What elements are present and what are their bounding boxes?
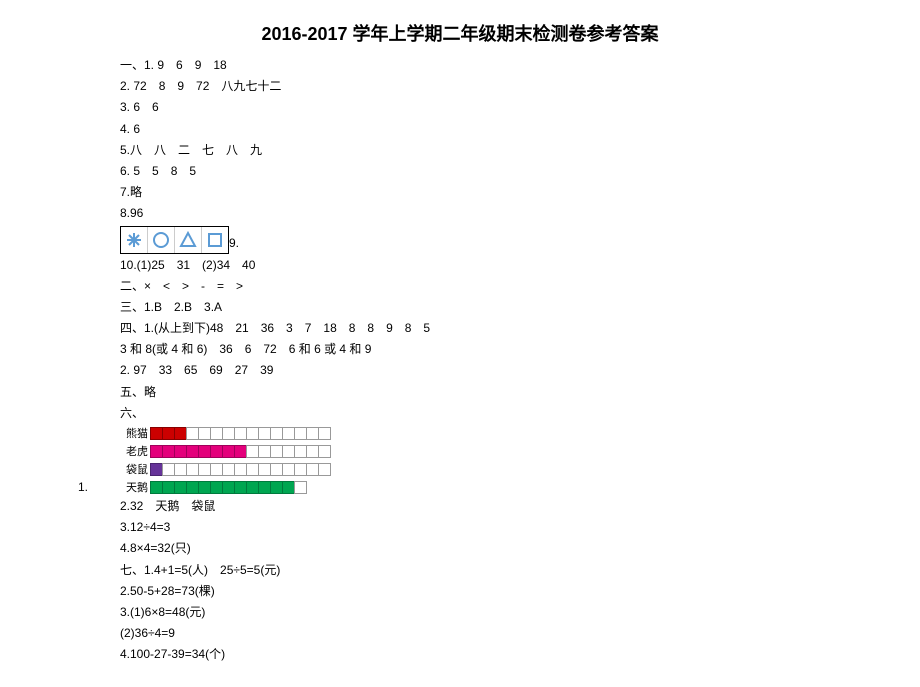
answer-7-3: 3.(1)6×8=48(元) [120,603,800,622]
answer-1-9: 9. [120,226,800,254]
answer-7-4: (2)36÷4=9 [120,624,800,643]
answer-6-3: 3.12÷4=3 [120,518,800,537]
triangle-icon [175,227,202,253]
chart-label: 袋鼠 [120,461,148,477]
page-title: 2016-2017 学年上学期二年级期末检测卷参考答案 [120,20,800,46]
answer-7-2: 2.50-5+28=73(棵) [120,582,800,601]
answer-1-10: 10.(1)25 31 (2)34 40 [120,256,800,275]
answer-6-4: 4.8×4=32(只) [120,539,800,558]
chart-row: 老虎 [120,443,800,459]
chart-cell [318,427,331,440]
answer-5: 五、略 [120,383,800,402]
answer-6: 六、 [120,404,800,423]
answer-7-1: 七、1.4+1=5(人) 25÷5=5(元) [120,561,800,580]
answer-3: 三、1.B 2.B 3.A [120,298,800,317]
chart-bar [150,445,330,458]
answer-4-1: 四、1.(从上到下)48 21 36 3 7 18 8 8 9 8 5 [120,319,800,338]
answer-4-3: 2. 97 33 65 69 27 39 [120,361,800,380]
answer-1-3: 3. 6 6 [120,98,800,117]
circle-icon [148,227,175,253]
answer-1-6: 6. 5 5 8 5 [120,162,800,181]
answer-2: 二、× < > - = > [120,277,800,296]
square-icon [202,227,228,253]
chart-cell [318,445,331,458]
chart-label: 天鹅 [120,479,148,495]
answer-1-5: 5.八 八 二 七 八 九 [120,141,800,160]
bar-chart: 熊猫老虎袋鼠 1.天鹅 [120,425,800,495]
chart-row: 熊猫 [120,425,800,441]
chart-bar [150,481,306,494]
chart-bar [150,427,330,440]
chart-cell [294,481,307,494]
chart-row: 1.天鹅 [120,479,800,495]
chart-label: 熊猫 [120,425,148,441]
answer-1-7: 7.略 [120,183,800,202]
shapes-box [120,226,229,254]
answer-1-9-label: 9. [229,234,239,253]
answer-1-8: 8.96 [120,204,800,223]
answer-4-2: 3 和 8(或 4 和 6) 36 6 72 6 和 6 或 4 和 9 [120,340,800,359]
answer-6-1-prefix: 1. [78,480,88,494]
answer-6-2: 2.32 天鹅 袋鼠 [120,497,800,516]
answer-1-4: 4. 6 [120,120,800,139]
answer-7-5: 4.100-27-39=34(个) [120,645,800,664]
asterisk-icon [121,227,148,253]
answer-1-1: 一、1. 9 6 9 18 [120,56,800,75]
chart-cell [318,463,331,476]
answer-1-2: 2. 72 8 9 72 八九七十二 [120,77,800,96]
chart-label: 老虎 [120,443,148,459]
chart-bar [150,463,330,476]
chart-row: 袋鼠 [120,461,800,477]
